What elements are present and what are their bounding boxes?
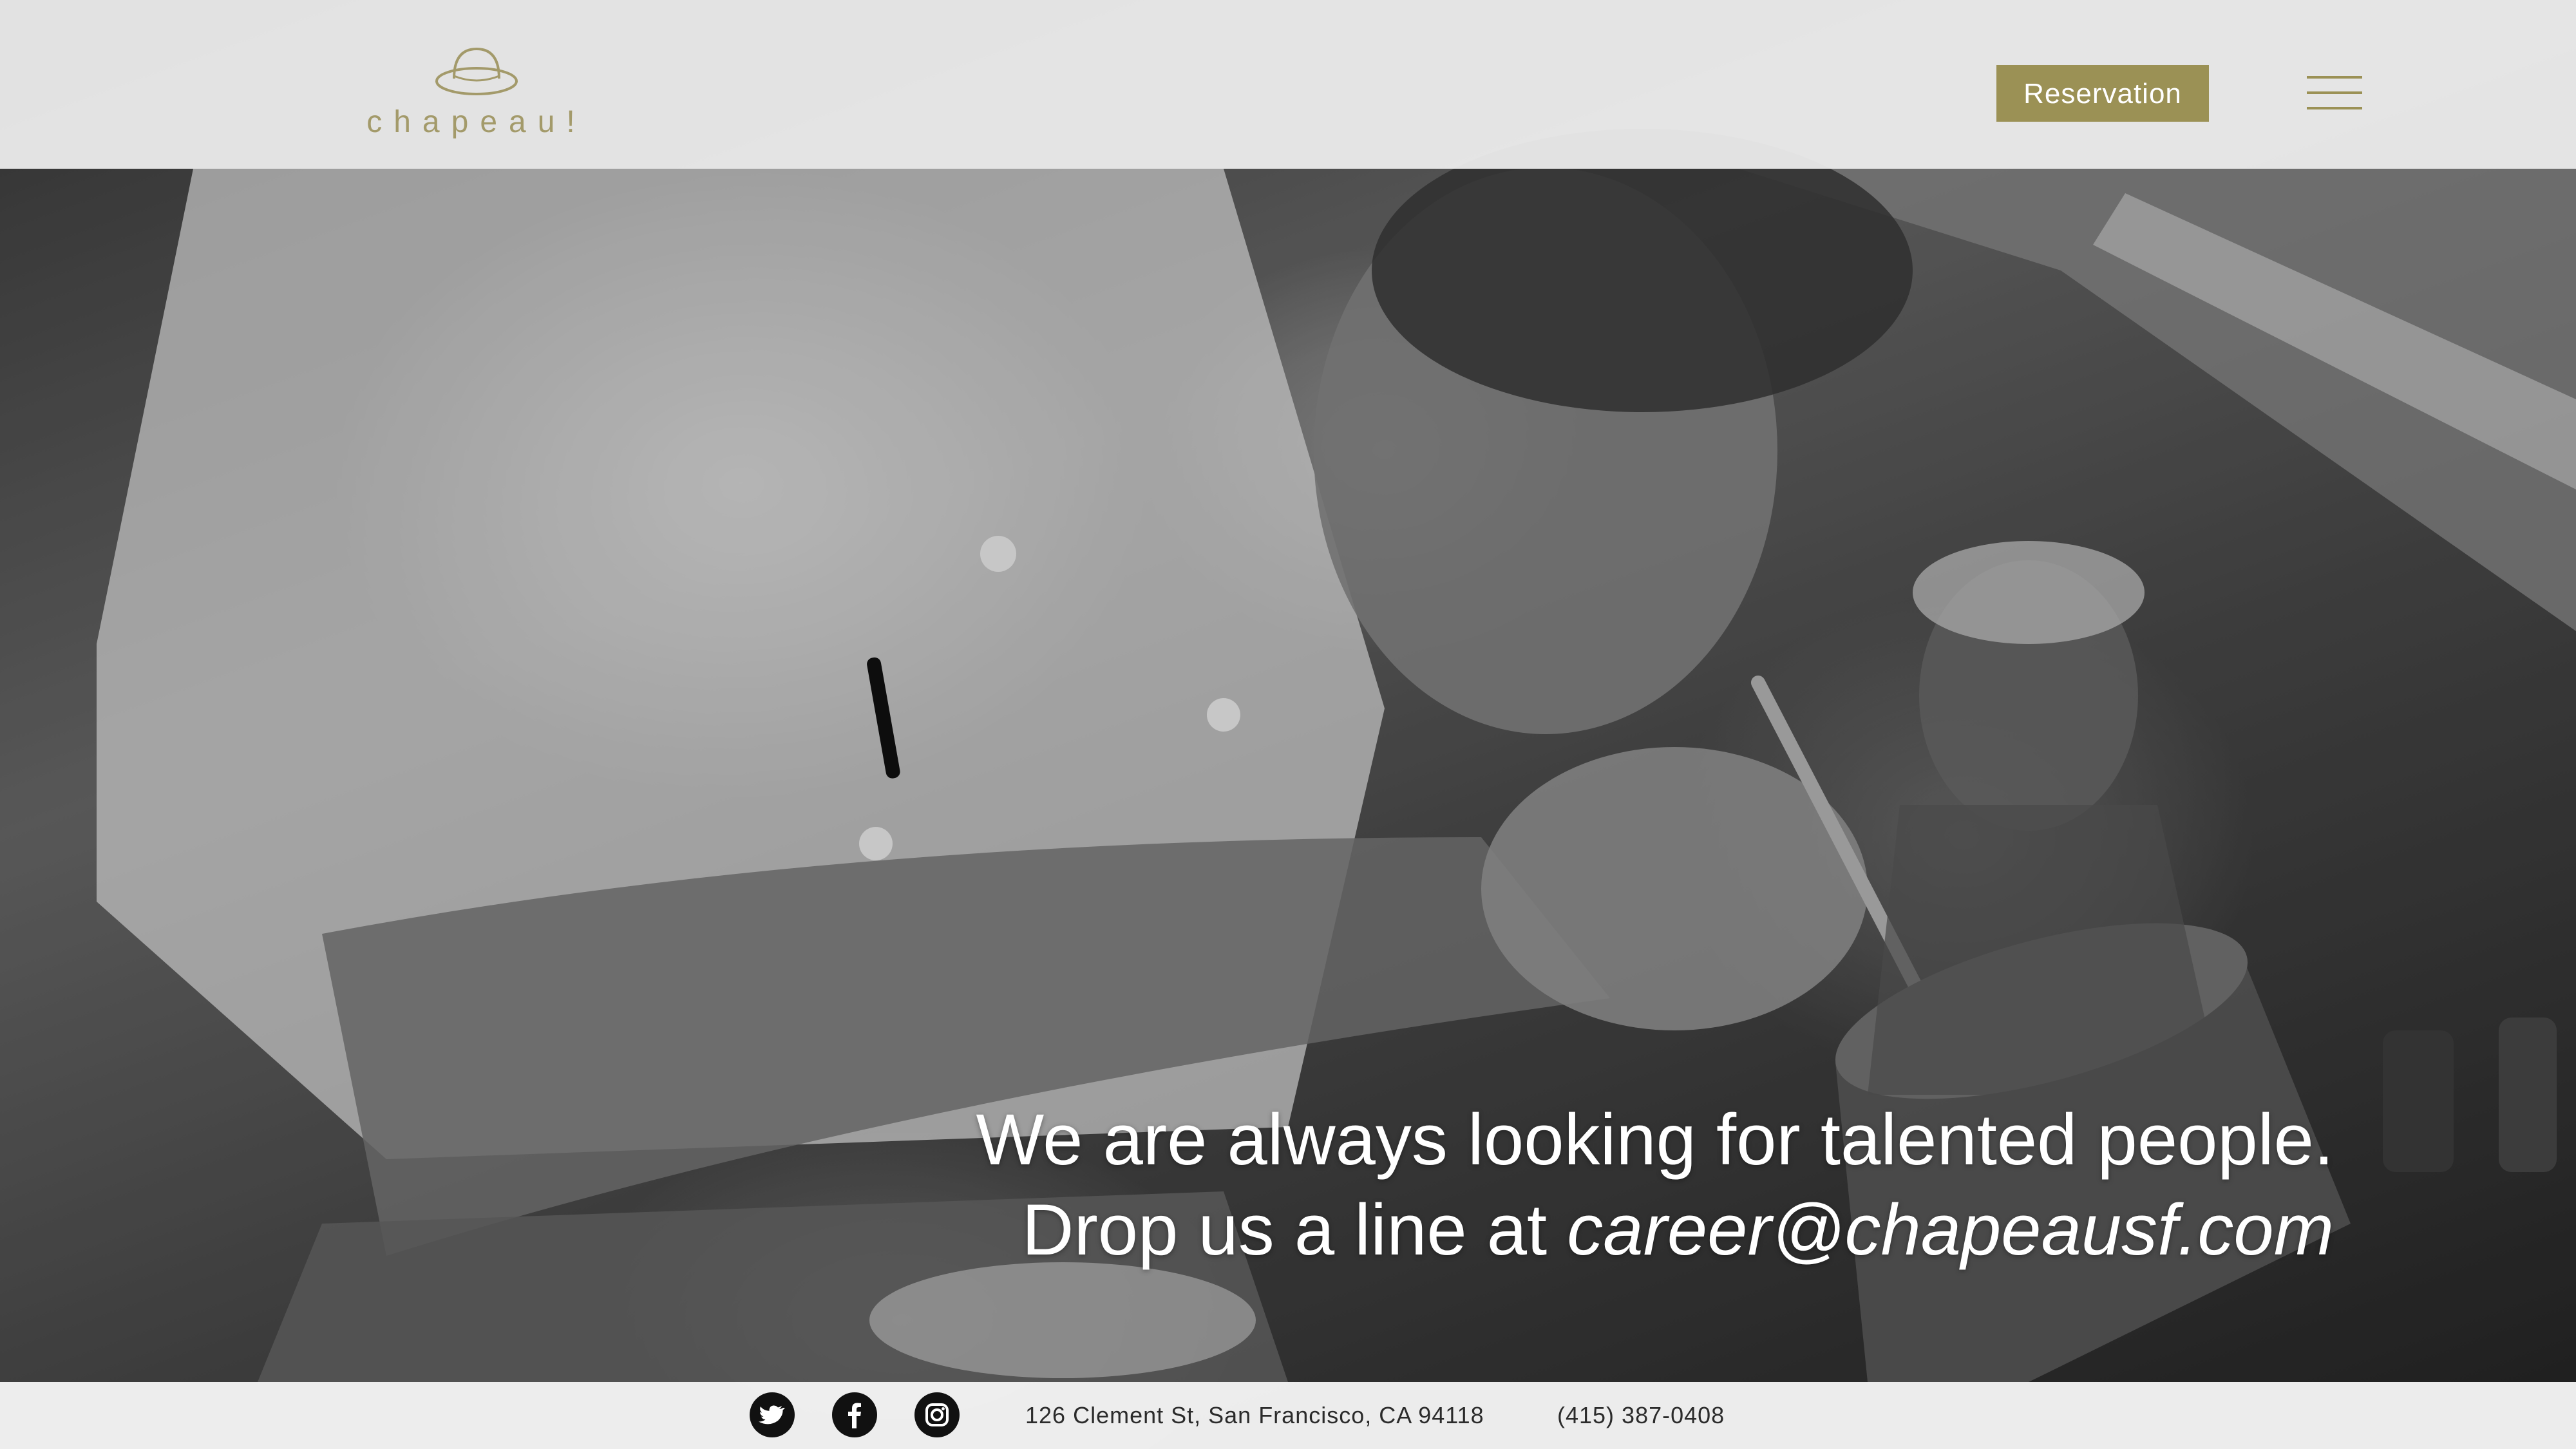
chapeau-logo[interactable]: chapeau!	[361, 40, 592, 149]
footer-phone[interactable]: (415) 387-0408	[1557, 1397, 1725, 1434]
site-header: chapeau! Reservation	[0, 0, 2576, 169]
menu-line	[2307, 76, 2362, 79]
hat-logo-icon	[435, 47, 518, 95]
hamburger-menu-icon[interactable]	[2307, 76, 2362, 109]
page: chapeau! Reservation We are always looki…	[0, 0, 2576, 1449]
facebook-f-glyph	[848, 1403, 861, 1428]
instagram-icon[interactable]	[914, 1392, 960, 1437]
menu-line	[2307, 91, 2362, 94]
instagram-camera-glyph	[925, 1403, 949, 1426]
twitter-bird-glyph	[759, 1405, 785, 1425]
logo-wordmark: chapeau!	[366, 105, 587, 139]
facebook-icon[interactable]	[832, 1392, 877, 1437]
headline-prefix: Drop us a line at	[1021, 1189, 1567, 1270]
reservation-button[interactable]: Reservation	[1996, 65, 2209, 122]
headline-line-1: We are always looking for talented peopl…	[976, 1099, 2334, 1180]
career-email-link[interactable]: career@chapeausf.com	[1567, 1189, 2334, 1270]
careers-headline: We are always looking for talented peopl…	[724, 1095, 2334, 1275]
footer-address: 126 Clement St, San Francisco, CA 94118	[1025, 1402, 1484, 1428]
twitter-icon[interactable]	[750, 1392, 795, 1437]
headline-line-2: Drop us a line at career@chapeausf.com	[724, 1185, 2334, 1275]
menu-line	[2307, 107, 2362, 109]
